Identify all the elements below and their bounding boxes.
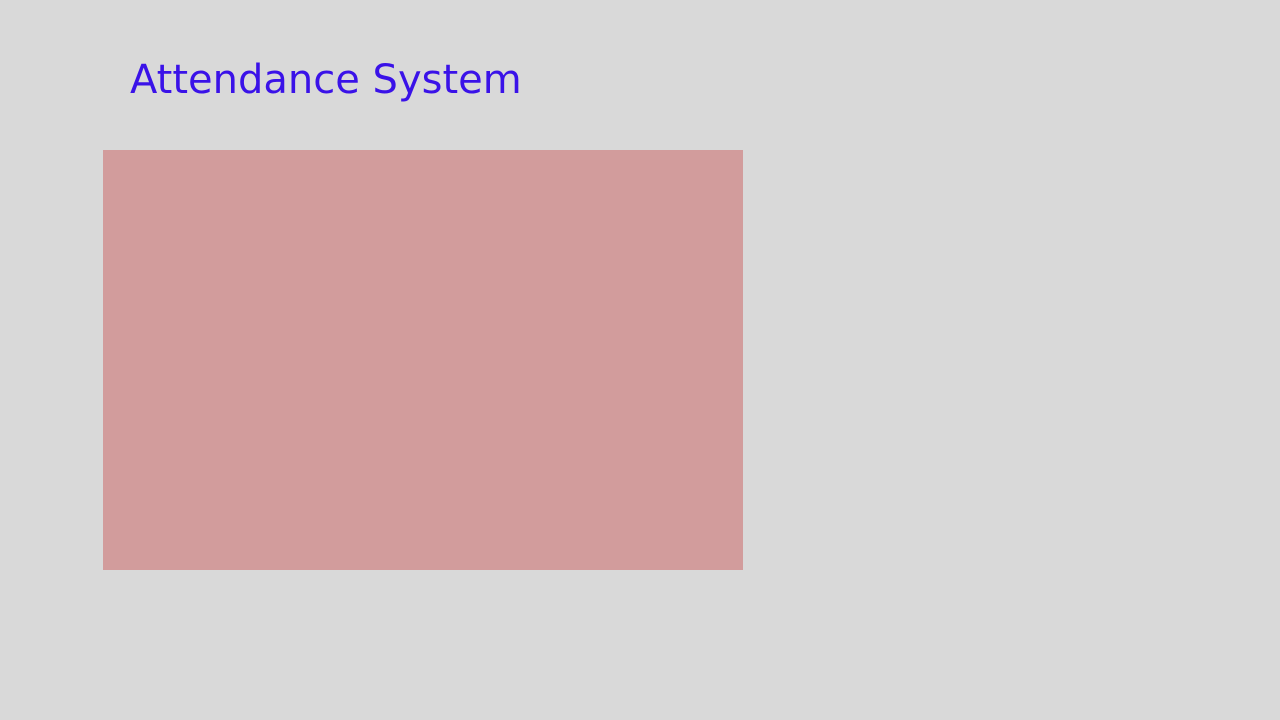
app-window: Attendance System (0, 0, 1280, 720)
content-panel (103, 150, 743, 570)
page-title: Attendance System (130, 57, 522, 103)
